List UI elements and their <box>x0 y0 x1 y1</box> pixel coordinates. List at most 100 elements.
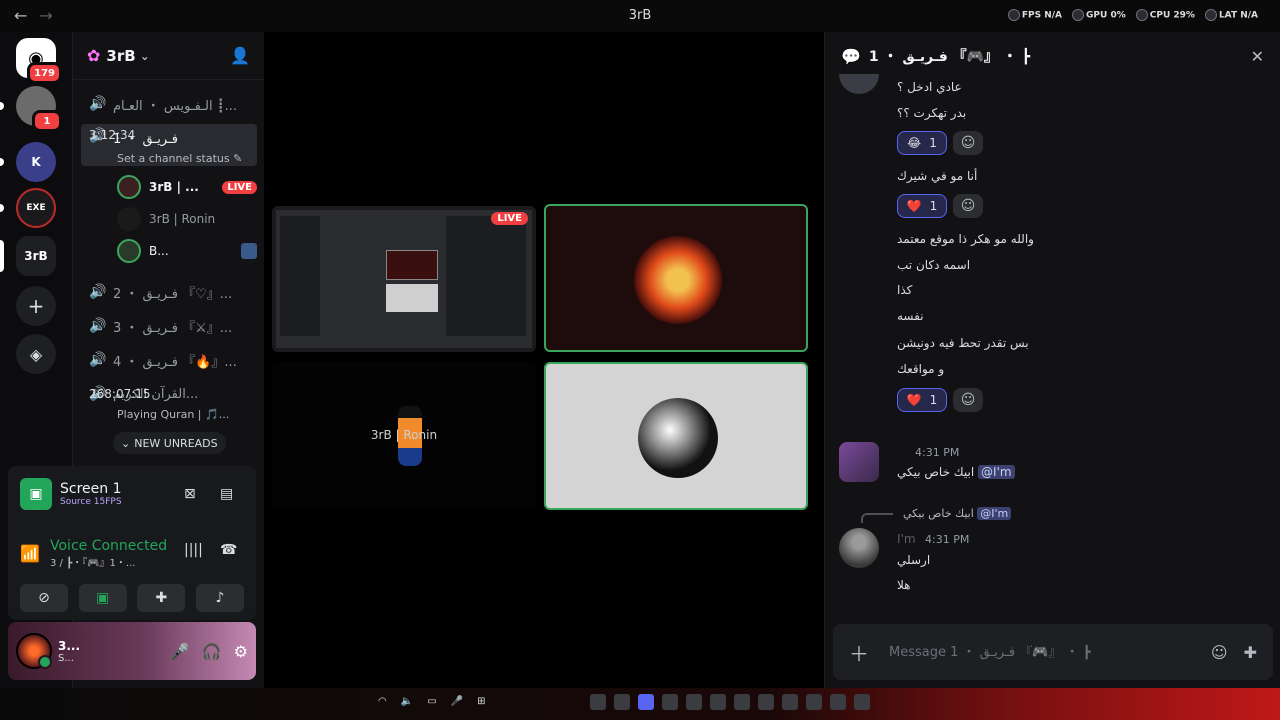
taskbar-app-icon[interactable] <box>830 694 846 710</box>
taskbar-app-icon[interactable] <box>758 694 774 710</box>
headphones-icon[interactable]: 🎧 <box>202 642 222 661</box>
activity-icon <box>241 243 257 259</box>
user-avatar[interactable] <box>16 633 52 669</box>
signal-icon[interactable]: 📶 <box>20 544 50 563</box>
cpu-stat: CPU 29% <box>1135 9 1195 21</box>
voice-stage: LIVE 3rB | Ronin <box>264 32 816 688</box>
server-icon[interactable]: K <box>16 142 56 182</box>
message-input[interactable] <box>889 644 1195 660</box>
voice-channel[interactable]: 🔊 3 ・ فـريـق 『⚔』... <box>81 312 257 340</box>
invite-people-icon[interactable]: 👤 <box>230 46 250 65</box>
system-tray: ◠ 🔈 ▭ 🎤 ⊞ <box>378 696 485 707</box>
server-icon[interactable]: EXE <box>16 188 56 228</box>
microphone-tray-icon[interactable]: 🎤 <box>451 696 463 707</box>
unread-pill <box>0 102 4 110</box>
voice-channel[interactable]: 🔊 2 ・ فـريـق 『♡』... <box>81 278 257 306</box>
title-bar: ← → 3rB FPS N/A GPU 0% CPU 29% LAT N/A <box>0 0 1280 32</box>
screen-share-toggle-icon[interactable]: ▣ <box>78 584 127 612</box>
wifi-icon[interactable]: ◠ <box>378 696 387 707</box>
message-text: هلا <box>897 578 911 592</box>
unread-pill <box>0 158 4 166</box>
voice-channel[interactable]: 🔊 القرآن الكريم... 268:07:15 <box>81 380 257 408</box>
taskbar-apps <box>590 694 870 710</box>
avatar[interactable] <box>839 442 879 482</box>
participant-tile[interactable]: 3rB | Ronin <box>272 362 536 508</box>
discover-icon[interactable]: ◈ <box>16 334 56 374</box>
server-icon[interactable]: 1 <box>16 86 62 132</box>
username[interactable]: 3... <box>58 639 80 653</box>
volume-icon[interactable]: 🔈 <box>401 696 413 707</box>
grid-icon[interactable]: ⊞ <box>477 696 485 707</box>
taskbar-app-icon[interactable] <box>590 694 606 710</box>
taskbar-app-icon[interactable] <box>614 694 630 710</box>
screen-share-tile[interactable]: LIVE <box>272 206 536 352</box>
user-mention[interactable]: @I'm <box>978 465 1015 479</box>
screen-share-icon: ▣ <box>20 478 52 510</box>
participant-avatar <box>638 398 718 478</box>
channel-status-link[interactable]: Set a channel status ✎ <box>117 152 242 165</box>
unread-pill <box>0 204 4 212</box>
avatar <box>117 239 141 263</box>
voice-user[interactable]: 3rB | ... LIVE <box>117 173 257 201</box>
taskbar-app-icon[interactable] <box>806 694 822 710</box>
channel-activity-status: Playing Quran | 🎵... <box>117 408 230 421</box>
soundboard-icon[interactable]: ♪ <box>195 584 244 612</box>
disconnect-icon[interactable]: ☎ <box>220 542 237 558</box>
activities-icon[interactable]: ✚ <box>137 584 186 612</box>
chat-title: 1 ・ فـريـق 『🎮』 ・ ┣ <box>868 49 1031 65</box>
microphone-icon[interactable]: 🎤 <box>170 642 190 661</box>
reaction-button[interactable]: ❤️ 1 <box>897 388 947 412</box>
stream-settings-icon[interactable]: ▤ <box>220 486 233 502</box>
add-reaction-icon[interactable]: ☺ <box>953 131 983 155</box>
message-text: ارسلي <box>897 553 931 567</box>
message-text: كذا <box>897 283 913 297</box>
taskbar-app-icon[interactable] <box>782 694 798 710</box>
server-gear-icon: ✿ <box>87 46 101 65</box>
message-text: والله مو هكر ذا موقع معتمد <box>897 232 1034 246</box>
voice-channel[interactable]: 🔊 الـفـويس ・ العـام ┋... <box>81 90 257 118</box>
battery-icon[interactable]: ▭ <box>427 696 436 707</box>
taskbar-app-icon[interactable] <box>662 694 678 710</box>
taskbar-app-icon[interactable] <box>710 694 726 710</box>
channel-timer: 268:07:15 <box>89 387 151 401</box>
voice-user[interactable]: B... <box>117 237 257 265</box>
taskbar-app-discord-icon[interactable] <box>638 694 654 710</box>
user-panel: 3... S... 🎤 🎧 ⚙ <box>8 622 256 680</box>
apps-icon[interactable]: ✚ <box>1244 643 1257 662</box>
avatar[interactable] <box>839 74 879 94</box>
add-reaction-icon[interactable]: ☺ <box>953 194 983 218</box>
reaction-button[interactable]: ❤️ 1 <box>897 194 947 218</box>
avatar[interactable] <box>839 528 879 568</box>
add-server-icon[interactable]: + <box>16 286 56 326</box>
voice-user[interactable]: 3rB | Ronin <box>117 205 257 233</box>
stop-stream-icon[interactable]: ⊠ <box>184 486 196 502</box>
taskbar-app-icon[interactable] <box>686 694 702 710</box>
camera-off-icon[interactable]: ⊘ <box>20 584 68 612</box>
voice-connection-panel: ▣ Screen 1 Source 15FPS ⊠ ▤ 📶 Voice Conn… <box>8 466 256 620</box>
server-header[interactable]: ✿ 3rB ⌄ 👤 <box>73 32 264 80</box>
reply-preview[interactable]: ابيك خاص بيكي @I'm <box>903 507 1012 520</box>
reaction-button[interactable]: 😂 1 <box>897 131 947 155</box>
participant-tile[interactable] <box>544 362 808 510</box>
settings-gear-icon[interactable]: ⚙ <box>234 642 248 661</box>
unread-badge: 1 <box>32 110 62 132</box>
voice-channel[interactable]: 🔊 4 ・ فـريـق 『🔥』... <box>81 346 257 374</box>
close-icon[interactable]: ✕ <box>1251 47 1264 66</box>
message-text: اسمه دكان تب <box>897 258 971 272</box>
taskbar-app-icon[interactable] <box>854 694 870 710</box>
add-reaction-icon[interactable]: ☺ <box>953 388 983 412</box>
home-button[interactable]: ◉ 179 <box>16 38 62 84</box>
taskbar-app-icon[interactable] <box>734 694 750 710</box>
participant-tile[interactable] <box>544 204 808 352</box>
avatar <box>117 207 141 231</box>
message-author[interactable]: I'm <box>897 532 916 546</box>
speaker-icon: 🔊 <box>89 284 107 300</box>
message-text: و مواقعك <box>897 362 945 376</box>
server-icon-selected[interactable]: 3rB <box>16 236 56 276</box>
chat-bubble-icon: 💬 <box>841 46 861 66</box>
plus-icon[interactable]: ＋ <box>849 638 889 667</box>
chat-panel: 💬 1 ・ فـريـق 『🎮』 ・ ┣ ✕ عادي ادخل ؟ بدر ت… <box>824 32 1280 688</box>
noise-suppression-icon[interactable]: |||| <box>184 542 203 558</box>
new-unreads-button[interactable]: ⌄ NEW UNREADS <box>113 432 226 454</box>
emoji-icon[interactable]: ☺ <box>1211 643 1228 662</box>
